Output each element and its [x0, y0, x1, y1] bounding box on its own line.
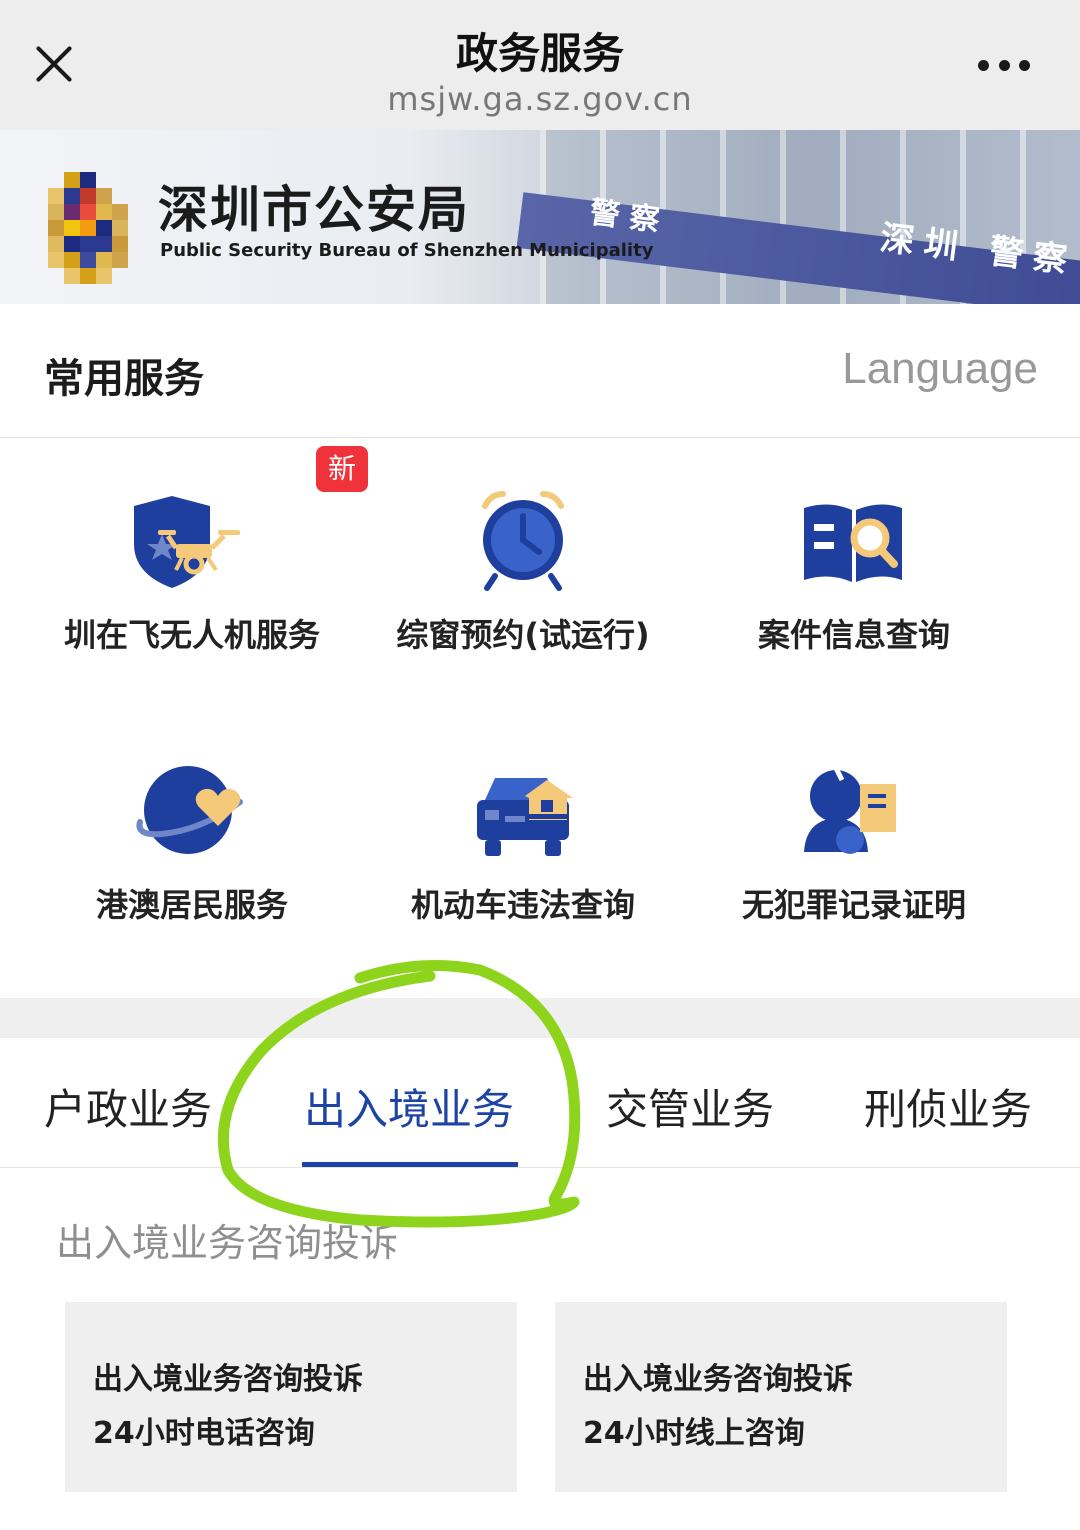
common-services-header: 常用服务 Language [0, 304, 1080, 438]
page-title: 政务服务 [455, 29, 624, 78]
tab-exit-entry[interactable]: 出入境业务 [304, 1076, 514, 1137]
card-subtitle: 24小时电话咨询 [93, 1416, 315, 1451]
service-vehicle-violation[interactable]: 机动车违法查询 [358, 708, 688, 948]
service-no-criminal-record[interactable]: 无犯罪记录证明 [689, 708, 1019, 948]
service-case-query[interactable]: 案件信息查询 [689, 438, 1019, 678]
header-banner: 警察 深圳 警察 深圳市公安局 Public Security Bureau o… [0, 130, 1080, 304]
service-drone[interactable]: 圳在飞无人机服务 [27, 438, 357, 678]
tab-household[interactable]: 户政业务 [44, 1076, 212, 1137]
service-window-booking[interactable]: 综窗预约(试运行) [358, 438, 688, 678]
phone-consult-card[interactable]: 出入境业务咨询投诉 24小时电话咨询 [65, 1302, 517, 1492]
service-label: 无犯罪记录证明 [741, 886, 966, 924]
new-badge: 新 [316, 446, 368, 492]
card-title: 出入境业务咨询投诉 [93, 1362, 363, 1397]
business-tabs: 户政业务 出入境业务 交管业务 刑侦业务 [0, 1038, 1080, 1168]
planet-heart-icon [136, 766, 243, 854]
subsection-title: 出入境业务咨询投诉 [56, 1221, 399, 1265]
section-title: 常用服务 [44, 356, 204, 402]
car-house-icon [477, 778, 573, 856]
alarm-clock-icon [482, 491, 564, 591]
language-link[interactable]: Language [842, 344, 1038, 394]
service-label: 机动车违法查询 [410, 886, 635, 924]
drone-shield-icon [134, 496, 240, 588]
bureau-name-cn: 深圳市公安局 [158, 181, 470, 239]
online-consult-card[interactable]: 出入境业务咨询投诉 24小时线上咨询 [555, 1302, 1007, 1492]
bureau-name-en: Public Security Bureau of Shenzhen Munic… [160, 240, 654, 261]
services-grid: 圳在飞无人机服务 综窗预约(试运行) 案件信息查询 港澳居民服务 机动车违法查询… [0, 438, 1080, 998]
page-url: msjw.ga.sz.gov.cn [387, 80, 693, 118]
top-nav-bar: 政务服务 msjw.ga.sz.gov.cn [0, 0, 1080, 130]
service-hk-macao[interactable]: 港澳居民服务 [27, 708, 357, 948]
service-label: 综窗预约(试运行) [396, 616, 650, 654]
more-icon[interactable] [978, 56, 1030, 74]
service-label: 港澳居民服务 [95, 886, 288, 924]
service-label: 案件信息查询 [757, 616, 950, 654]
tab-traffic[interactable]: 交管业务 [606, 1076, 774, 1137]
active-tab-indicator [302, 1162, 518, 1167]
section-divider [0, 998, 1080, 1038]
tab-criminal-investigation[interactable]: 刑侦业务 [864, 1076, 1032, 1137]
card-title: 出入境业务咨询投诉 [583, 1362, 853, 1397]
service-label: 圳在飞无人机服务 [63, 616, 320, 654]
card-subtitle: 24小时线上咨询 [583, 1416, 805, 1451]
police-badge-logo [48, 172, 132, 298]
book-search-icon [804, 504, 902, 582]
person-document-icon [804, 762, 896, 854]
